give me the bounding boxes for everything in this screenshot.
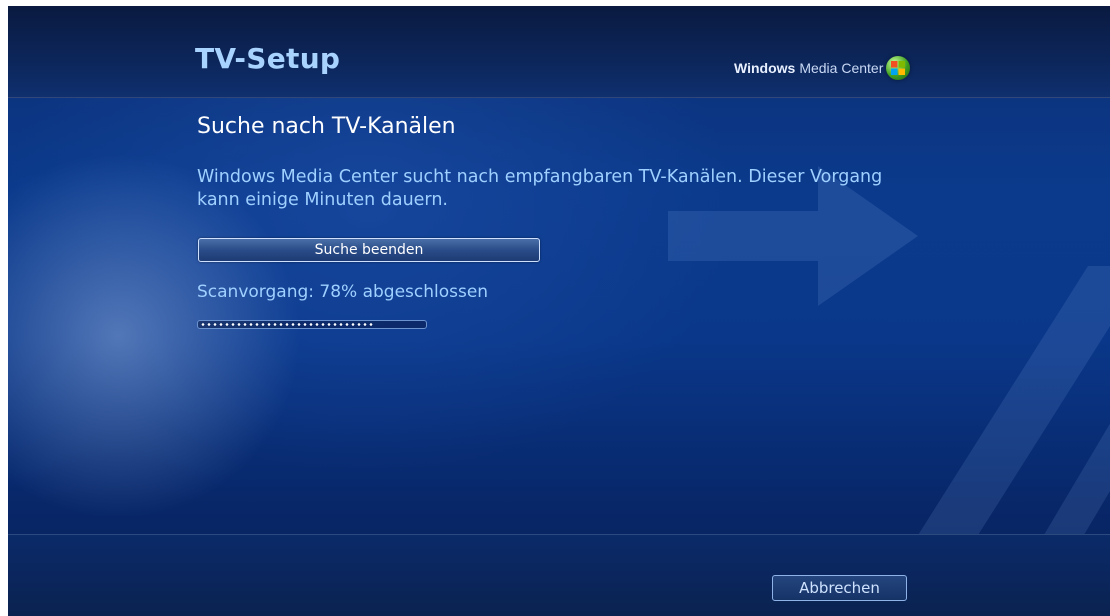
header-bar [8, 6, 1110, 98]
scan-progress-fill [200, 322, 375, 327]
page-title: TV-Setup [195, 42, 341, 75]
scan-status-text: Scanvorgang: 78% abgeschlossen [197, 282, 489, 302]
section-heading: Suche nach TV-Kanälen [197, 114, 456, 139]
description-text: Windows Media Center sucht nach empfangb… [197, 167, 883, 210]
media-center-screen [8, 6, 1110, 616]
brand-media-center-text: Media Center [799, 60, 884, 76]
stop-search-button[interactable]: Suche beenden [198, 238, 540, 262]
scan-progress-bar [197, 320, 427, 329]
windows-logo-icon [886, 56, 911, 80]
cancel-button[interactable]: Abbrechen [772, 575, 907, 601]
brand-label: Windows Media Center [734, 56, 911, 80]
footer-bar [8, 534, 1110, 616]
brand-windows-text: Windows [734, 60, 796, 76]
